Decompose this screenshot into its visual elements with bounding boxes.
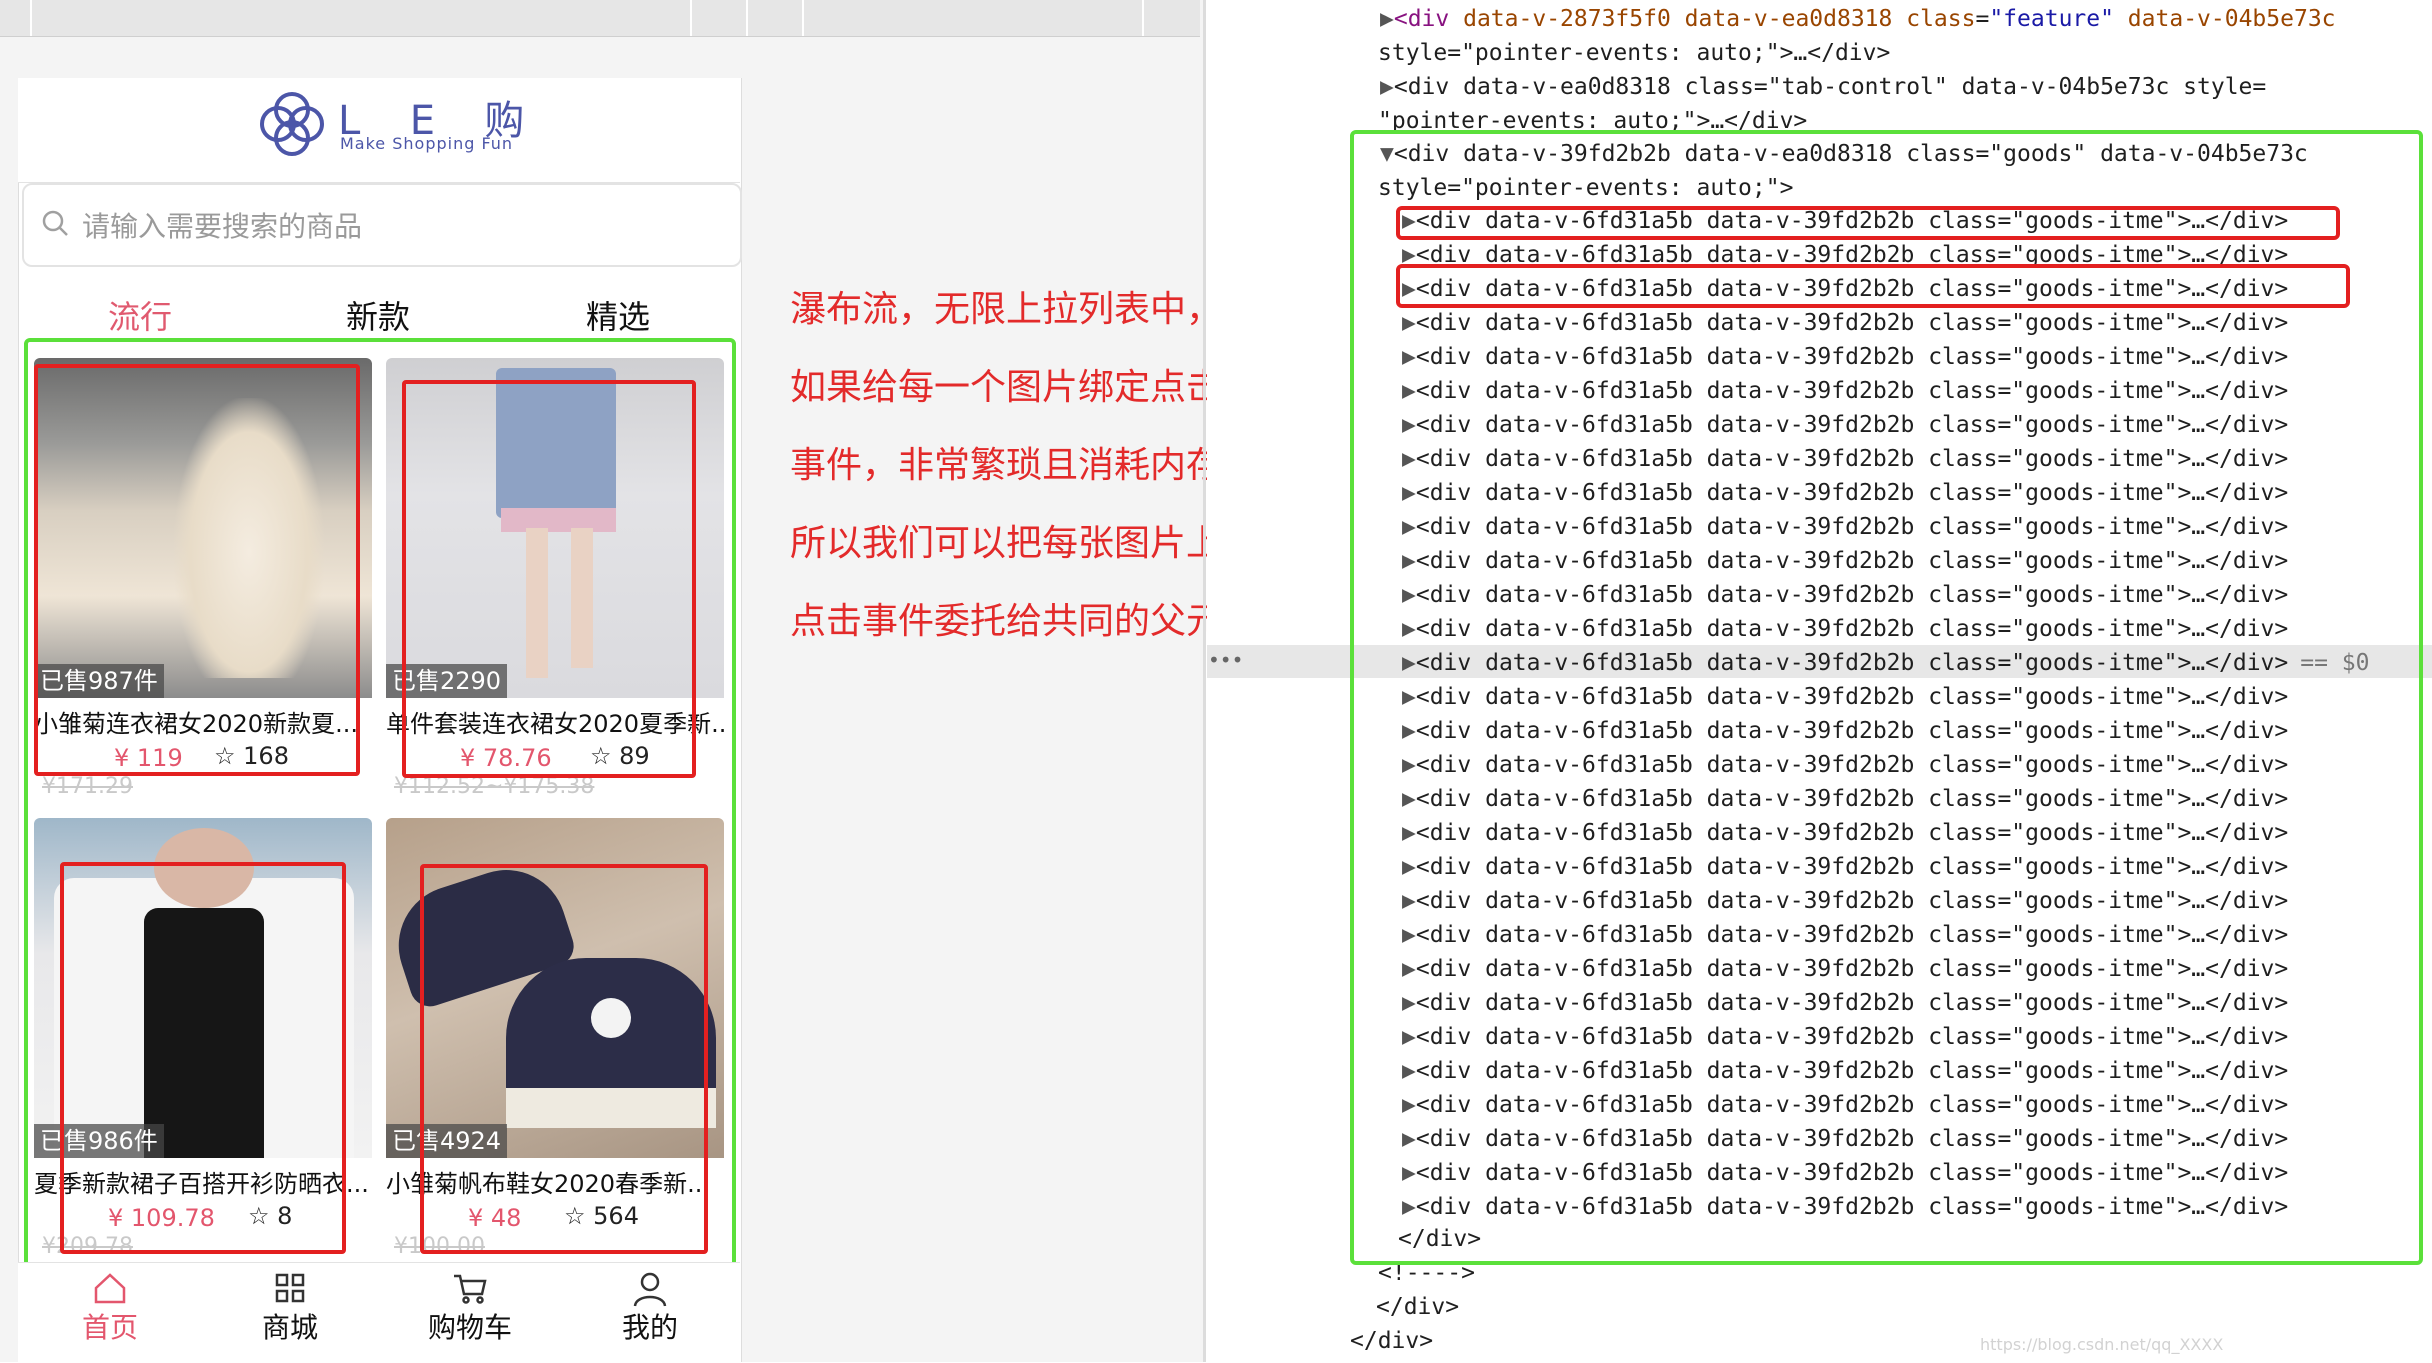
tabbar-home[interactable]: 首页 [50,1262,170,1346]
user-icon [633,1272,667,1307]
dom-node-tab-control[interactable]: ▶<div data-v-ea0d8318 class="tab-control… [1380,74,2266,100]
annotation-line: 所以我们可以把每张图片上的 [790,523,1259,564]
tab-new[interactable]: 新款 [346,292,410,338]
more-icon[interactable]: ••• [1208,648,1243,672]
dom-close-tag: </div> [1350,1328,1434,1354]
dom-close-tag: </div> [1376,1294,1460,1320]
goods-item-highlight [1396,264,2350,308]
dom-node-text: <div data-v-ea0d8318 class="tab-control"… [1393,74,2267,100]
preview-toolbar [0,0,1200,37]
panel-divider[interactable] [1203,0,1206,1362]
goods-item-highlight [402,380,696,778]
annotation-line: 瀑布流，无限上拉列表中， [790,289,1223,330]
tabbar-label: 购物车 [427,1311,512,1344]
tabbar-label: 商城 [261,1311,318,1344]
tab-popular[interactable]: 流行 [108,292,172,338]
goods-item-highlight [1396,206,2340,240]
grid-icon [275,1273,305,1303]
search-icon [42,210,68,236]
dom-node-feature-style: style="pointer-events: auto;">…</div> [1378,40,1891,66]
tab-selected[interactable]: 精选 [586,292,650,338]
watermark: https://blog.csdn.net/qq_XXXX [1980,1335,2224,1354]
logo-icon [260,92,324,156]
goods-item-highlight [60,862,346,1254]
cart-icon [454,1274,487,1304]
tabbar-label: 我的 [621,1311,678,1344]
tabbar-profile[interactable]: 我的 [590,1262,710,1346]
dom-node-feature[interactable]: ▶<div data-v-2873f5f0 data-v-ea0d8318 cl… [1380,6,2336,32]
tabbar-cart[interactable]: 购物车 [410,1262,530,1346]
logo-tagline: Make Shopping Fun [340,134,514,153]
annotation-line: 如果给每一个图片绑定点击 [790,367,1223,408]
annotation-line: 事件，非常繁琐且消耗内存。 [790,445,1259,486]
goods-item-highlight [420,864,708,1254]
goods-item-highlight [34,364,360,776]
search-input[interactable]: 请输入需要搜索的商品 [82,205,362,245]
tabbar-mall[interactable]: 商城 [230,1262,350,1346]
home-icon [94,1273,126,1304]
tabbar-label: 首页 [81,1311,138,1344]
